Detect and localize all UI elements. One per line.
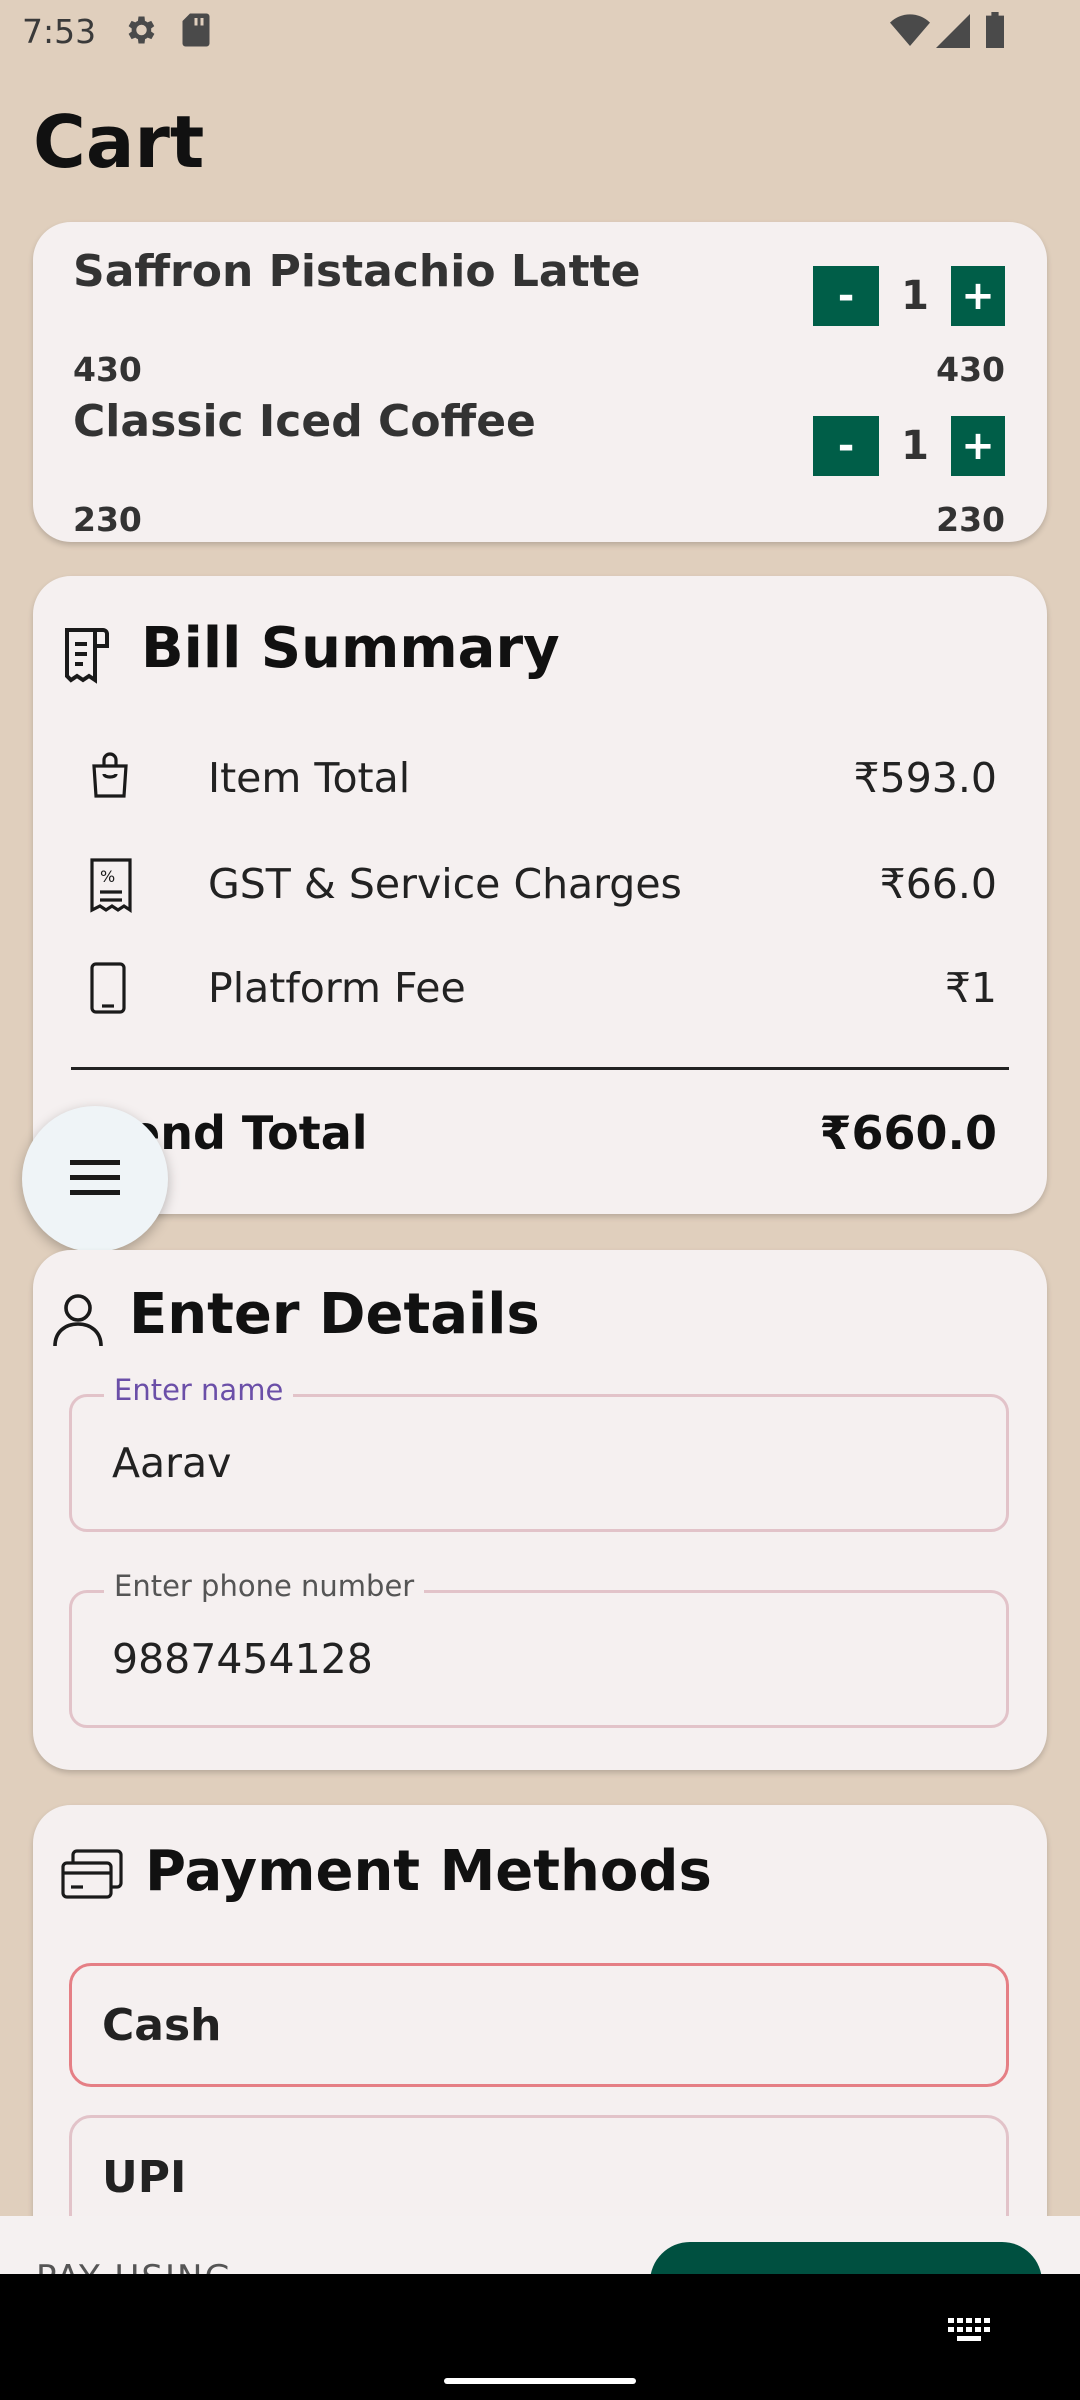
cart-item-total: 430 [936, 350, 1005, 389]
grand-total-value: ₹660.0 [819, 1106, 997, 1160]
quantity-value: 1 [901, 273, 929, 319]
page-title: Cart [33, 100, 205, 184]
cart-item-total: 230 [936, 500, 1005, 539]
bill-row-value: ₹1 [944, 964, 997, 1012]
name-input[interactable] [112, 1439, 972, 1487]
credit-card-icon [61, 1849, 123, 1905]
bill-row-label: Item Total [208, 754, 411, 802]
increase-quantity-button[interactable]: + [951, 266, 1005, 326]
bottom-pay-bar: PAY USING [0, 2216, 1080, 2276]
decrease-quantity-button[interactable]: - [813, 416, 879, 476]
phone-icon [88, 960, 128, 1020]
quantity-value: 1 [901, 423, 929, 469]
cart-item: Classic Iced Coffee - 1 + 230 230 [73, 396, 1005, 546]
quantity-stepper: - 1 + [813, 266, 1005, 326]
enter-details-card: Enter Details Enter name Enter phone num… [33, 1250, 1047, 1770]
quantity-stepper: - 1 + [813, 416, 1005, 476]
signal-icon [936, 14, 970, 52]
system-nav-bar [0, 2274, 1080, 2400]
cart-item-name: Classic Iced Coffee [73, 396, 536, 447]
home-gesture-pill[interactable] [444, 2378, 636, 2384]
phone-input[interactable] [112, 1635, 972, 1683]
person-icon [51, 1292, 105, 1352]
decrease-quantity-button[interactable]: - [813, 266, 879, 326]
enter-details-heading: Enter Details [129, 1282, 540, 1347]
phone-field-label: Enter phone number [104, 1569, 425, 1603]
divider [71, 1067, 1009, 1070]
payment-option-cash[interactable]: Cash [69, 1963, 1009, 2087]
cart-item: Saffron Pistachio Latte - 1 + 430 430 [73, 246, 1005, 396]
payment-methods-heading: Payment Methods [145, 1839, 712, 1904]
bill-row-item-total: Item Total ₹593.0 [88, 750, 997, 810]
bill-row-value: ₹66.0 [879, 860, 997, 908]
sd-card-icon [180, 12, 212, 52]
bill-summary-heading: Bill Summary [141, 616, 560, 681]
cart-item-price: 430 [73, 350, 142, 389]
name-field[interactable]: Enter name [69, 1373, 1009, 1532]
keyboard-icon[interactable] [948, 2318, 992, 2350]
status-bar: 7:53 [0, 0, 1080, 64]
cart-items-card: Saffron Pistachio Latte - 1 + 430 430 Cl… [33, 222, 1047, 542]
menu-icon [70, 1158, 120, 1202]
tax-receipt-icon: % [88, 856, 134, 918]
menu-button[interactable] [22, 1106, 168, 1252]
receipt-icon [59, 622, 115, 688]
phone-field[interactable]: Enter phone number [69, 1569, 1009, 1728]
bill-row-label: Platform Fee [208, 964, 466, 1012]
increase-quantity-button[interactable]: + [951, 416, 1005, 476]
bill-summary-card: Bill Summary Item Total ₹593.0 % GST & S… [33, 576, 1047, 1214]
name-field-label: Enter name [104, 1373, 294, 1407]
svg-text:%: % [100, 867, 115, 886]
gear-icon [122, 12, 158, 52]
cart-item-price: 230 [73, 500, 142, 539]
grand-total-label: end Total [129, 1106, 368, 1160]
cart-item-name: Saffron Pistachio Latte [73, 246, 641, 297]
bill-row-label: GST & Service Charges [208, 860, 682, 908]
wifi-icon [890, 14, 930, 52]
status-time: 7:53 [22, 12, 97, 51]
bill-row-value: ₹593.0 [853, 754, 997, 802]
shopping-bag-icon [88, 750, 132, 804]
payment-option-label: Cash [102, 2000, 222, 2051]
battery-icon [984, 12, 1006, 52]
bill-row-platform-fee: Platform Fee ₹1 [88, 960, 997, 1020]
payment-option-label: UPI [102, 2152, 187, 2203]
place-order-button[interactable] [650, 2242, 1042, 2276]
bill-row-gst: % GST & Service Charges ₹66.0 [88, 856, 997, 916]
